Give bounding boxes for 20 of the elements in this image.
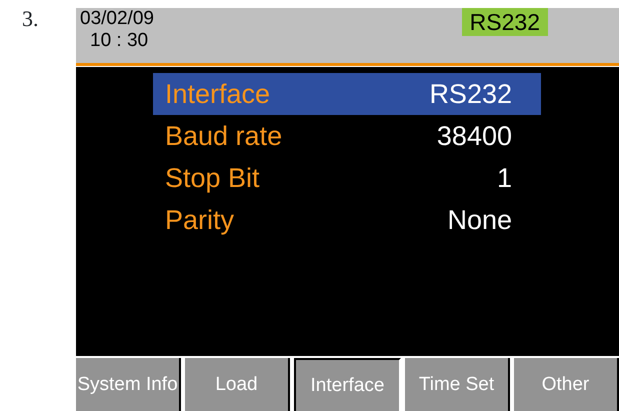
setting-value: RS232 xyxy=(429,78,512,111)
setting-label: Baud rate xyxy=(165,120,282,153)
softkey-button[interactable]: System Info xyxy=(76,358,181,411)
setting-value: None xyxy=(447,204,512,237)
setting-row[interactable]: Stop Bit 1 xyxy=(153,157,541,199)
setting-value: 1 xyxy=(496,162,512,195)
softkey-button[interactable]: Load xyxy=(185,358,290,411)
setting-row[interactable]: Parity None xyxy=(153,199,541,241)
interface-indicator: RS232 xyxy=(462,8,548,36)
setting-label: Stop Bit xyxy=(165,162,260,195)
setting-label: Interface xyxy=(165,78,270,111)
softkey-button[interactable]: Other xyxy=(514,358,619,411)
softkey-button[interactable]: Time Set xyxy=(405,358,510,411)
step-number: 3. xyxy=(21,5,40,33)
setting-row[interactable]: Baud rate 38400 xyxy=(153,115,541,157)
setting-row[interactable]: Interface RS232 xyxy=(153,73,541,115)
date-time: 03/02/09 10 : 30 xyxy=(80,8,154,53)
setting-label: Parity xyxy=(165,204,234,237)
softkey-button[interactable]: Interface xyxy=(294,358,401,411)
setting-value: 38400 xyxy=(436,120,512,153)
